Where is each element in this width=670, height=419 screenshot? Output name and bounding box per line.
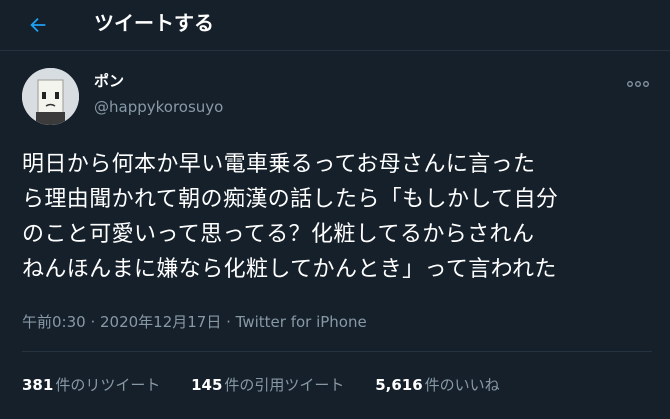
tweet-text-line: 明日から何本か早い電車乗るってお母さんに言った <box>22 152 536 177</box>
quote-label: 件の引用ツイート <box>224 376 345 394</box>
retweet-count: 381 <box>22 376 54 394</box>
like-label: 件のいいね <box>424 376 500 394</box>
quote-count: 145 <box>191 376 223 394</box>
top-bar: ツイートする <box>0 0 670 51</box>
back-button[interactable] <box>21 8 55 42</box>
like-count: 5,616 <box>375 376 423 394</box>
page-title: ツイートする <box>94 11 214 35</box>
tweet-text-line: ら理由聞かれて朝の痴漢の話したら「もしかして自分 <box>22 187 559 212</box>
quotes-stat[interactable]: 145 件の引用ツイート <box>191 375 344 395</box>
more-button[interactable] <box>624 74 652 94</box>
retweets-stat[interactable]: 381 件のリツイート <box>22 375 160 395</box>
tweet-client[interactable]: Twitter for iPhone <box>236 313 367 331</box>
arrow-left-icon <box>30 17 46 33</box>
likes-stat[interactable]: 5,616 件のいいね <box>375 375 499 395</box>
tweet-meta: 午前0:30 · 2020年12月17日 · Twitter for iPhon… <box>22 312 367 332</box>
user-handle[interactable]: @happykorosuyo <box>94 97 223 117</box>
tweet-text: 明日から何本か早い電車乗るってお母さんに言った ら理由聞かれて朝の痴漢の話したら… <box>22 147 652 287</box>
tweet-text-line: のこと可愛いって思ってる？化粧してるからされん <box>22 222 535 247</box>
retweet-label: 件のリツイート <box>55 376 161 394</box>
display-name[interactable]: ポン <box>94 71 124 91</box>
tweet-timestamp[interactable]: 午前0:30 · 2020年12月17日 <box>22 313 221 331</box>
avatar[interactable] <box>22 68 79 125</box>
tweet-text-line: ねんほんまに嫌なら化粧してかんとき」って言われた <box>22 257 557 282</box>
meta-separator: · <box>221 313 236 331</box>
more-horizontal-icon <box>627 81 649 87</box>
tweet-stats: 381 件のリツイート 145 件の引用ツイート 5,616 件のいいね <box>22 375 526 395</box>
divider <box>22 351 652 352</box>
avatar-image <box>22 68 79 125</box>
